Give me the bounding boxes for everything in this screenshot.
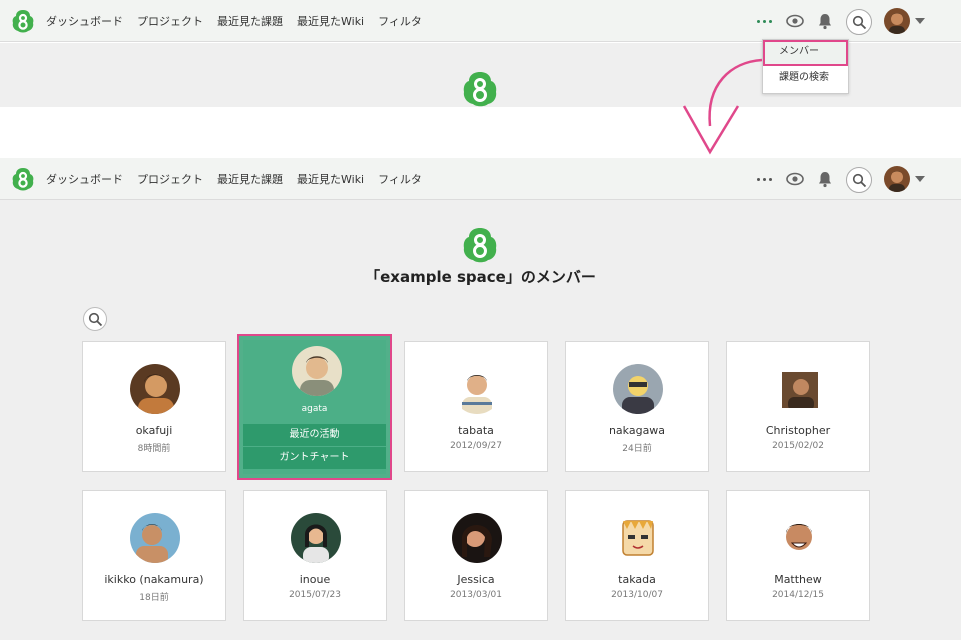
nav-filter[interactable]: フィルタ	[378, 13, 422, 29]
nav-dashboard[interactable]: ダッシュボード	[46, 13, 123, 29]
member-name: takada	[618, 573, 656, 586]
member-card[interactable]: Christopher 2015/02/02	[726, 341, 870, 472]
page-title: 「example space」のメンバー	[365, 268, 596, 286]
member-last-active: 24日前	[622, 444, 652, 454]
nav-links: ダッシュボード プロジェクト 最近見た課題 最近見たWiki フィルタ	[46, 158, 436, 200]
user-avatar[interactable]	[884, 166, 910, 192]
nav-projects[interactable]: プロジェクト	[137, 13, 203, 29]
member-last-active: 18日前	[139, 593, 169, 603]
member-card[interactable]: ikikko (nakamura) 18日前	[82, 490, 226, 621]
member-avatar	[782, 372, 818, 408]
search-button[interactable]	[846, 9, 872, 35]
member-name: nakagawa	[608, 424, 666, 437]
member-card[interactable]: inoue 2015/07/23	[243, 490, 387, 621]
nav-dashboard[interactable]: ダッシュボード	[46, 171, 123, 187]
member-last-active: 2013/03/01	[450, 590, 502, 600]
member-name: ikikko (nakamura)	[104, 573, 204, 586]
member-avatar	[130, 513, 180, 563]
nav-projects[interactable]: プロジェクト	[137, 171, 203, 187]
nav-right-tools	[751, 0, 961, 42]
more-menu-icon[interactable]	[751, 169, 777, 189]
menu-item-issue-search[interactable]: 課題の検索	[763, 66, 848, 90]
notification-bell-icon[interactable]	[815, 169, 835, 189]
nav-recent-wiki[interactable]: 最近見たWiki	[297, 171, 364, 187]
chevron-down-icon[interactable]	[915, 176, 925, 182]
watch-eye-icon[interactable]	[785, 11, 805, 31]
member-card[interactable]: takada 2013/10/07	[565, 490, 709, 621]
user-avatar[interactable]	[884, 8, 910, 34]
member-avatar	[774, 513, 824, 563]
search-icon	[88, 312, 103, 327]
member-avatar	[613, 513, 663, 563]
member-search-button[interactable]	[83, 307, 107, 331]
search-icon	[852, 15, 867, 30]
recent-activity-button[interactable]: 最近の活動	[243, 424, 386, 446]
member-avatar	[452, 364, 502, 414]
nav-recent-wiki[interactable]: 最近見たWiki	[297, 13, 364, 29]
member-avatar	[452, 513, 502, 563]
member-name: okafuji	[135, 424, 173, 437]
member-card[interactable]: Matthew 2014/12/15	[726, 490, 870, 621]
member-avatar	[292, 346, 342, 396]
member-last-active: 2014/12/15	[772, 590, 824, 600]
member-name: tabata	[458, 424, 494, 437]
nav-links: ダッシュボード プロジェクト 最近見た課題 最近見たWiki フィルタ	[46, 0, 436, 42]
space-logo-icon	[463, 72, 497, 107]
member-name: agata	[301, 404, 328, 414]
search-button[interactable]	[846, 167, 872, 193]
member-name: Matthew	[774, 573, 822, 586]
notification-bell-icon[interactable]	[815, 11, 835, 31]
chevron-down-icon[interactable]	[915, 18, 925, 24]
menu-item-members[interactable]: メンバー	[763, 40, 848, 66]
more-dropdown-menu: メンバー 課題の検索	[762, 39, 849, 94]
member-last-active: 2012/09/27	[450, 441, 502, 451]
member-card[interactable]: nakagawa 24日前	[565, 341, 709, 472]
member-last-active: 2015/02/02	[772, 441, 824, 451]
member-card[interactable]: Jessica 2013/03/01	[404, 490, 548, 621]
member-last-active: 8時間前	[137, 444, 171, 454]
member-avatar	[130, 364, 180, 414]
member-card-hovered[interactable]: agata 最近の活動 ガントチャート	[237, 334, 392, 480]
more-menu-icon[interactable]	[751, 11, 777, 31]
member-card[interactable]: okafuji 8時間前	[82, 341, 226, 472]
member-card[interactable]: tabata 2012/09/27	[404, 341, 548, 472]
member-card-overlay: agata 最近の活動 ガントチャート	[243, 340, 386, 474]
gantt-chart-button[interactable]: ガントチャート	[243, 447, 386, 469]
backlog-logo-icon[interactable]	[10, 8, 36, 34]
member-avatar	[613, 364, 663, 414]
member-last-active: 2015/07/23	[289, 590, 341, 600]
member-name: inoue	[299, 573, 331, 586]
watch-eye-icon[interactable]	[785, 169, 805, 189]
curved-arrow-icon	[682, 58, 763, 155]
nav-filter[interactable]: フィルタ	[378, 171, 422, 187]
nav-recent-issues[interactable]: 最近見た課題	[217, 171, 283, 187]
main-navbar: ダッシュボード プロジェクト 最近見た課題 最近見たWiki フィルタ	[0, 158, 961, 200]
member-name: Christopher	[765, 424, 831, 437]
member-name: Jessica	[457, 573, 495, 586]
nav-recent-issues[interactable]: 最近見た課題	[217, 13, 283, 29]
member-avatar	[291, 513, 341, 563]
space-logo-icon	[463, 228, 497, 263]
search-icon	[852, 173, 867, 188]
backlog-logo-icon[interactable]	[10, 166, 36, 192]
member-last-active: 2013/10/07	[611, 590, 663, 600]
top-navbar: ダッシュボード プロジェクト 最近見た課題 最近見たWiki フィルタ	[0, 0, 961, 42]
nav-right-tools	[751, 158, 961, 200]
